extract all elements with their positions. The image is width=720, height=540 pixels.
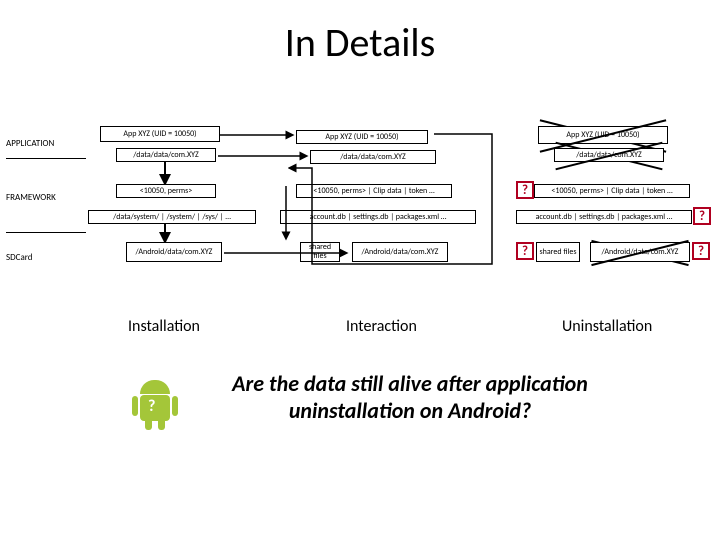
question-icon: ? bbox=[516, 181, 534, 199]
slide-question: Are the data still alive after applicati… bbox=[190, 370, 630, 424]
arrow-down-icon bbox=[158, 224, 172, 242]
c1-perms: <10050, perms> bbox=[116, 184, 216, 198]
loopback-arrow-icon bbox=[288, 122, 500, 272]
colhead-uninstallation: Uninstallation bbox=[562, 317, 652, 336]
arrow-down-icon bbox=[158, 162, 172, 184]
diagram-stage: APPLICATION FRAMEWORK SDCard App XYZ (UI… bbox=[0, 120, 720, 360]
arrow-right-icon bbox=[220, 130, 296, 140]
separator bbox=[6, 232, 86, 233]
label-sdcard: SDCard bbox=[6, 252, 33, 263]
slide-title: In Details bbox=[0, 0, 720, 67]
colhead-installation: Installation bbox=[128, 317, 200, 336]
c3-accounts: account.db | settings.db | packages.xml … bbox=[516, 210, 692, 224]
c1-app-data: /data/data/com.XYZ bbox=[116, 148, 216, 162]
c1-syspaths: /data/system/ | /system/ | /sys/ | … bbox=[88, 210, 256, 224]
question-icon: ? bbox=[516, 242, 534, 260]
c3-sdcard: /Android/data/com.XYZ bbox=[590, 242, 690, 262]
question-icon: ? bbox=[692, 242, 710, 260]
arrow-down-icon bbox=[280, 186, 292, 242]
c3-app-data-crossed: /data/data/com.XYZ bbox=[554, 148, 664, 162]
c1-sdcard: /Android/data/com.XYZ bbox=[126, 242, 222, 262]
question-icon: ? bbox=[693, 207, 711, 225]
c3-app-data: /data/data/com.XYZ bbox=[554, 148, 664, 162]
c3-perms: <10050, perms> | Clip data | token … bbox=[534, 184, 690, 198]
colhead-interaction: Interaction bbox=[346, 317, 417, 336]
c3-shared: shared files bbox=[536, 242, 580, 262]
separator bbox=[6, 158, 86, 159]
c3-sdcard-crossed: /Android/data/com.XYZ bbox=[590, 242, 690, 262]
label-application: APPLICATION bbox=[6, 138, 54, 149]
android-question-icon: ? bbox=[134, 378, 176, 428]
c1-app-header: App XYZ (UID = 10050) bbox=[100, 126, 220, 142]
label-framework: FRAMEWORK bbox=[6, 192, 56, 203]
